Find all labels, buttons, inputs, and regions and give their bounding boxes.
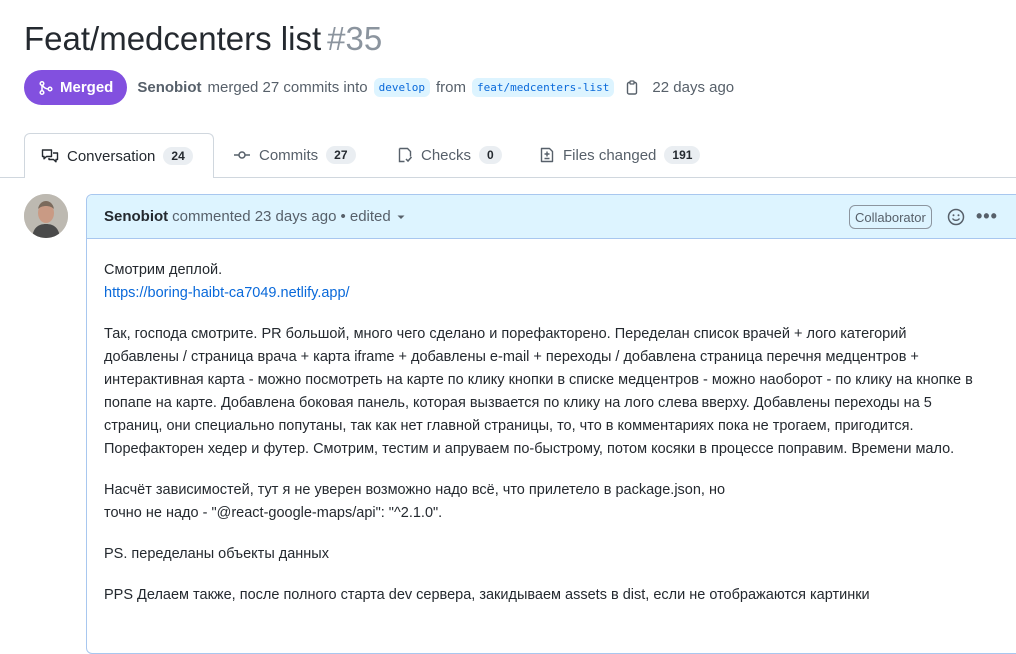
head-branch-link[interactable]: feat/medcenters-list: [471, 78, 615, 97]
pr-title-text: Feat/medcenters list: [24, 20, 322, 57]
pr-state-row: Merged Senobiot merged 27 commits into d…: [24, 70, 734, 105]
file-diff-icon: [540, 147, 554, 163]
comment-body-p3-line2: точно не надо - "@react-google-maps/api"…: [104, 505, 443, 521]
comment-body-p3-line1: Насчёт зависимостей, тут я не уверен воз…: [104, 482, 726, 498]
comment-body-p2: Так, господа смотрите. PR большой, много…: [104, 326, 973, 457]
copy-icon[interactable]: [624, 79, 640, 96]
base-branch-link[interactable]: develop: [373, 78, 430, 97]
pr-title: Feat/medcenters list #35: [24, 20, 382, 58]
merged-label: Merged: [60, 79, 114, 96]
checklist-icon: [398, 147, 413, 163]
comment-author-link[interactable]: Senobiot: [104, 208, 168, 225]
from-text: from: [435, 79, 466, 96]
kebab-horizontal-icon[interactable]: •••: [976, 207, 998, 225]
tab-commits-count: 27: [326, 146, 356, 164]
comment-box: Senobiot commented 23 days ago • edited …: [86, 194, 1016, 654]
tab-files-changed-count: 191: [664, 146, 701, 164]
collaborator-badge: Collaborator: [849, 205, 932, 229]
tab-files-changed[interactable]: Files changed 191: [539, 133, 701, 177]
add-reaction-icon[interactable]: [947, 208, 965, 231]
tab-checks[interactable]: Checks 0: [397, 133, 502, 177]
tab-files-changed-label: Files changed: [563, 146, 657, 164]
comment-header: Senobiot commented 23 days ago • edited …: [87, 195, 1016, 239]
tab-commits-label: Commits: [259, 146, 319, 164]
merged-commits-text: merged 27 commits into: [207, 79, 368, 96]
edited-dropdown[interactable]: • edited: [340, 208, 406, 225]
pr-meta: Senobiot merged 27 commits into develop …: [137, 78, 734, 97]
deploy-link[interactable]: https://boring-haibt-ca7049.netlify.app/: [104, 285, 350, 301]
merged-age: 22 days ago: [652, 79, 735, 96]
merged-state-badge: Merged: [24, 70, 128, 105]
pr-tabs: Conversation 24 Commits 27 Checks 0 File…: [0, 133, 1016, 178]
tab-checks-count: 0: [479, 146, 502, 164]
comment-body: Смотрим деплой. https://boring-haibt-ca7…: [104, 259, 984, 625]
comment-body-p5: PPS Делаем также, после полного старта d…: [104, 587, 870, 603]
edited-label: • edited: [340, 208, 391, 225]
tab-checks-label: Checks: [421, 146, 472, 164]
avatar[interactable]: [24, 194, 68, 238]
tab-commits[interactable]: Commits 27: [233, 133, 356, 177]
git-commit-icon: [234, 151, 250, 159]
comment-header-meta: Senobiot commented 23 days ago • edited: [104, 208, 407, 225]
tab-conversation-label: Conversation: [67, 147, 156, 165]
comment-timestamp[interactable]: commented 23 days ago: [172, 208, 336, 225]
pr-number: #35: [327, 20, 383, 57]
tab-conversation[interactable]: Conversation 24: [24, 133, 214, 178]
pr-author-link[interactable]: Senobiot: [137, 79, 201, 96]
tab-conversation-count: 24: [163, 147, 193, 165]
comment-discussion-icon: [41, 149, 59, 163]
git-merge-icon: [39, 80, 53, 95]
triangle-down-icon: [397, 215, 405, 219]
comment-body-p4: PS. переделаны объекты данных: [104, 546, 329, 562]
comment-body-p1: Смотрим деплой.: [104, 262, 223, 278]
